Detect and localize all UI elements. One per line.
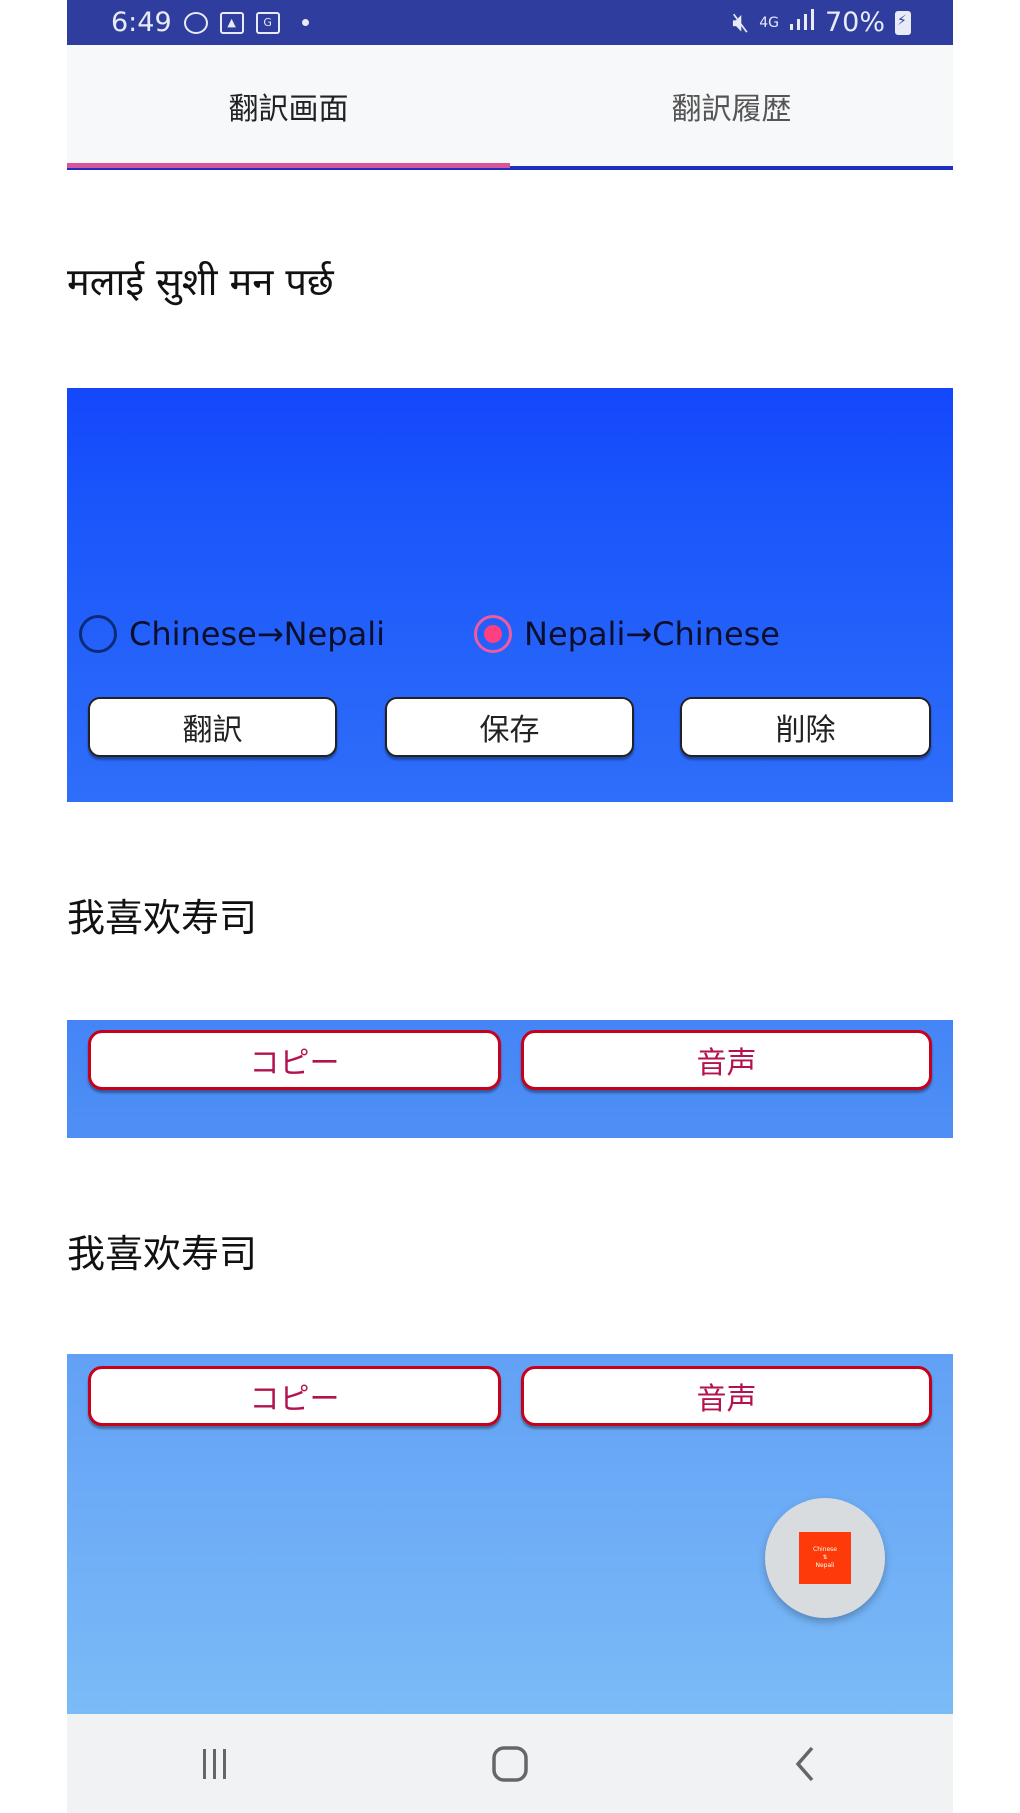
button-label: 削除: [775, 713, 836, 748]
button-label: 音声: [696, 1046, 757, 1081]
home-icon: [492, 1745, 528, 1782]
home-button[interactable]: [470, 1734, 550, 1794]
tab-translate-screen[interactable]: 翻訳画面: [67, 45, 510, 168]
source-text[interactable]: मलाई सुशी मन पर्छ: [67, 255, 334, 307]
system-nav-bar: [67, 1714, 953, 1813]
copy-button[interactable]: コピー: [88, 1366, 501, 1426]
back-icon: [795, 1746, 814, 1781]
delete-button[interactable]: 削除: [680, 697, 931, 757]
back-button[interactable]: [765, 1734, 845, 1794]
tab-label: 翻訳履歴: [671, 91, 792, 127]
radio-checked-icon: [474, 615, 512, 653]
tab-bar: 翻訳画面 翻訳履歴: [67, 45, 953, 170]
translate-button[interactable]: 翻訳: [88, 697, 337, 757]
image-icon: ▲: [219, 11, 244, 34]
badge-line: ⇅: [822, 1554, 828, 1561]
button-label: コピー: [249, 1046, 340, 1081]
badge-line: Nepali: [815, 1562, 835, 1569]
app-screen: 6:49 ▲ G 🔇︎ 4G 70% 翻訳画面: [67, 0, 953, 1813]
speak-button[interactable]: 音声: [521, 1030, 932, 1090]
badge-line: Chinese: [813, 1546, 837, 1553]
source-panel: मलाई सुशी मन पर्छ: [67, 170, 953, 388]
button-label: コピー: [249, 1382, 340, 1417]
result-panel-1: 我喜欢寿司: [67, 802, 953, 1020]
vpn-globe-icon: [183, 11, 208, 34]
battery-charging-icon: [895, 10, 911, 35]
save-button[interactable]: 保存: [385, 697, 634, 757]
status-time: 6:49: [111, 7, 172, 38]
radio-nepali-to-chinese[interactable]: Nepali→Chinese: [474, 615, 780, 653]
recent-apps-button[interactable]: [175, 1734, 255, 1794]
result-panel-2: 我喜欢寿司: [67, 1138, 953, 1354]
signal-icon: [789, 7, 815, 38]
dot-icon: [301, 19, 309, 26]
tab-translation-history[interactable]: 翻訳履歴: [510, 45, 953, 166]
result-text[interactable]: 我喜欢寿司: [67, 1223, 257, 1278]
radio-chinese-to-nepali[interactable]: Chinese→Nepali: [79, 615, 385, 653]
button-label: 保存: [479, 713, 540, 748]
button-label: 音声: [696, 1382, 757, 1417]
switch-direction-fab[interactable]: Chinese ⇅ Nepali: [765, 1498, 885, 1618]
vibrate-mute-icon: 🔇︎: [732, 6, 750, 38]
direction-radio-group: Chinese→Nepali Nepali→Chinese: [79, 615, 949, 665]
speak-button[interactable]: 音声: [521, 1366, 932, 1426]
button-label: 翻訳: [182, 713, 243, 748]
network-4g-icon: 4G: [759, 14, 779, 31]
radio-label: Chinese→Nepali: [129, 615, 385, 653]
status-right: 🔇︎ 4G 70%: [732, 7, 911, 39]
copy-button[interactable]: コピー: [88, 1030, 501, 1090]
recent-apps-icon: [202, 1748, 226, 1779]
battery-percent: 70%: [824, 7, 885, 38]
status-bar: 6:49 ▲ G 🔇︎ 4G 70%: [67, 0, 953, 45]
result-text[interactable]: 我喜欢寿司: [67, 887, 257, 942]
status-left: 6:49 ▲ G: [111, 7, 309, 38]
radio-label: Nepali→Chinese: [524, 615, 780, 653]
tab-label: 翻訳画面: [228, 91, 349, 127]
app-badge-icon: Chinese ⇅ Nepali: [799, 1532, 851, 1584]
radio-unchecked-icon: [79, 615, 117, 653]
gmail-icon: G: [255, 11, 280, 34]
